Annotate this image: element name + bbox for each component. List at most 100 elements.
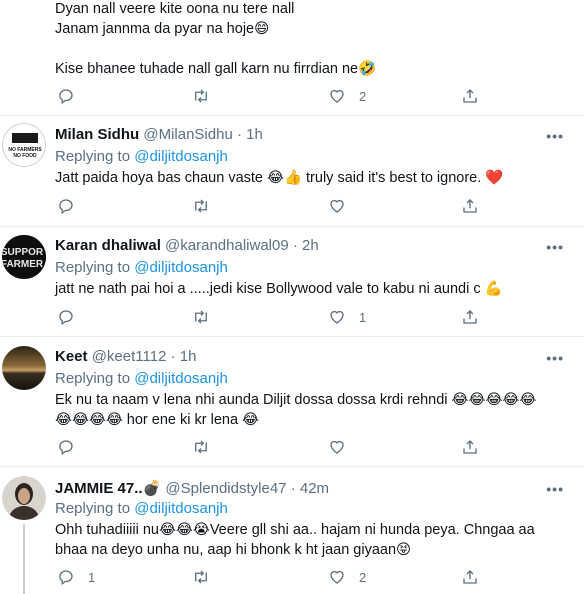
tweet[interactable]: Keet @keet1112 · 1h ••• Replying to @dil… [0, 337, 584, 467]
like-icon [330, 89, 344, 103]
retweet-icon [195, 199, 207, 213]
user-handle[interactable]: @karandhaliwal09 [165, 237, 289, 254]
avatar-text: NO FOOD [13, 153, 37, 159]
avatar[interactable] [2, 476, 46, 520]
like-icon [330, 570, 344, 584]
share-icon [463, 89, 477, 103]
tweet[interactable]: NO FARMERS NO FOOD Milan Sidhu @MilanSid… [0, 116, 584, 227]
avatar-image: NO FARMERS NO FOOD [3, 124, 45, 166]
display-name[interactable]: Milan Sidhu [55, 126, 139, 143]
timestamp[interactable]: 1h [180, 348, 197, 365]
avatar[interactable] [2, 346, 46, 390]
share-button[interactable] [461, 307, 479, 327]
user-handle[interactable]: @Splendidstyle47 [165, 480, 286, 497]
replying-to: Replying to @diljitdosanjh [55, 500, 228, 517]
tweet-actions: 1 2 [55, 567, 485, 587]
replying-to-label: Replying to [55, 148, 131, 165]
tweet-text: Dyan nall veere kite oona nu tere nall J… [55, 0, 575, 79]
more-icon[interactable]: ••• [546, 128, 564, 144]
retweet-button[interactable] [192, 437, 223, 457]
replying-to-label: Replying to [55, 259, 131, 276]
replying-to: Replying to @diljitdosanjh [55, 148, 228, 165]
retweet-button[interactable] [192, 86, 223, 106]
tweet-text-line: Ek nu ta naam v lena nhi aunda Diljit do… [55, 392, 537, 408]
share-button[interactable] [461, 437, 479, 457]
tweet-text-line: Ohh tuhadiiiii nu😂😂😭Veere gll shi aa.. h… [55, 522, 535, 538]
separator: · [236, 126, 242, 143]
mention-link[interactable]: @diljitdosanjh [134, 500, 228, 517]
replying-to-label: Replying to [55, 500, 131, 517]
reply-icon [59, 310, 73, 326]
share-icon [463, 199, 477, 213]
timestamp[interactable]: 42m [300, 480, 329, 497]
share-icon [463, 570, 477, 584]
share-button[interactable] [461, 567, 479, 587]
share-button[interactable] [461, 196, 479, 216]
retweet-icon [195, 440, 207, 454]
reply-button[interactable] [57, 86, 88, 106]
retweet-icon [195, 89, 207, 103]
mention-link[interactable]: @diljitdosanjh [134, 370, 228, 387]
retweet-icon [195, 570, 207, 584]
like-count: 2 [359, 88, 367, 104]
reply-button[interactable] [57, 437, 88, 457]
share-icon [463, 310, 477, 324]
tweet-text-line: Jatt paida hoya bas chaun vaste 😂👍 truly… [55, 170, 504, 186]
tweet-text-line: jatt ne nath pai hoi a .....jedi kise Bo… [55, 281, 503, 297]
tweet[interactable]: JAMMIE 47..💣 @Splendidstyle47 · 42m ••• … [0, 467, 584, 594]
avatar[interactable]: SUPPOR FARMER [2, 235, 46, 279]
user-handle[interactable]: @keet1112 [92, 348, 167, 365]
tweet-actions: 2 [55, 86, 485, 106]
separator: · [290, 480, 296, 497]
reply-icon [59, 89, 73, 105]
display-name[interactable]: Karan dhaliwal [55, 237, 161, 254]
more-icon[interactable]: ••• [546, 350, 564, 366]
tweet-header: Karan dhaliwal @karandhaliwal09 · 2h [55, 237, 319, 254]
replying-to: Replying to @diljitdosanjh [55, 370, 228, 387]
retweet-button[interactable] [192, 307, 223, 327]
tweet-text: jatt ne nath pai hoi a .....jedi kise Bo… [55, 279, 575, 299]
reply-button[interactable]: 1 [57, 567, 95, 587]
mention-link[interactable]: @diljitdosanjh [134, 259, 228, 276]
display-name[interactable]: JAMMIE 47..💣 [55, 480, 161, 497]
tweet-actions: 1 [55, 307, 485, 327]
reply-icon [59, 570, 73, 586]
tweet-actions [55, 196, 485, 216]
user-handle[interactable]: @MilanSidhu [143, 126, 232, 143]
avatar-text: FARMER [2, 259, 44, 270]
like-button[interactable] [328, 437, 359, 457]
reply-button[interactable] [57, 307, 88, 327]
tweet-header: JAMMIE 47..💣 @Splendidstyle47 · 42m [55, 479, 329, 497]
timestamp[interactable]: 2h [302, 237, 319, 254]
tweet[interactable]: SUPPOR FARMER Karan dhaliwal @karandhali… [0, 227, 584, 337]
like-icon [330, 440, 344, 454]
tweet-partial[interactable]: Dyan nall veere kite oona nu tere nall J… [0, 0, 584, 116]
tweet-actions [55, 437, 485, 457]
like-count: 2 [359, 569, 367, 585]
avatar-image [2, 346, 46, 390]
avatar[interactable]: NO FARMERS NO FOOD [2, 123, 46, 167]
replying-to: Replying to @diljitdosanjh [55, 259, 228, 276]
tweet-text-line: Kise bhanee tuhade nall gall karn nu fir… [55, 61, 377, 77]
like-button[interactable] [328, 196, 359, 216]
separator: · [170, 348, 176, 365]
like-button[interactable]: 1 [328, 307, 366, 327]
more-icon[interactable]: ••• [546, 481, 564, 497]
retweet-button[interactable] [192, 567, 223, 587]
display-name[interactable]: Keet [55, 348, 88, 365]
like-button[interactable]: 2 [328, 86, 366, 106]
avatar-text: SUPPOR [2, 247, 44, 258]
reply-count: 1 [88, 569, 96, 585]
replying-to-label: Replying to [55, 370, 131, 387]
timestamp[interactable]: 1h [246, 126, 263, 143]
retweet-button[interactable] [192, 196, 223, 216]
mention-link[interactable]: @diljitdosanjh [134, 148, 228, 165]
reply-button[interactable] [57, 196, 88, 216]
tweet-text: Ohh tuhadiiiii nu😂😂😭Veere gll shi aa.. h… [55, 520, 575, 560]
share-button[interactable] [461, 86, 479, 106]
thread-line [23, 524, 25, 594]
more-icon[interactable]: ••• [546, 239, 564, 255]
like-icon [330, 310, 344, 324]
like-button[interactable]: 2 [328, 567, 366, 587]
avatar-image [2, 476, 46, 520]
